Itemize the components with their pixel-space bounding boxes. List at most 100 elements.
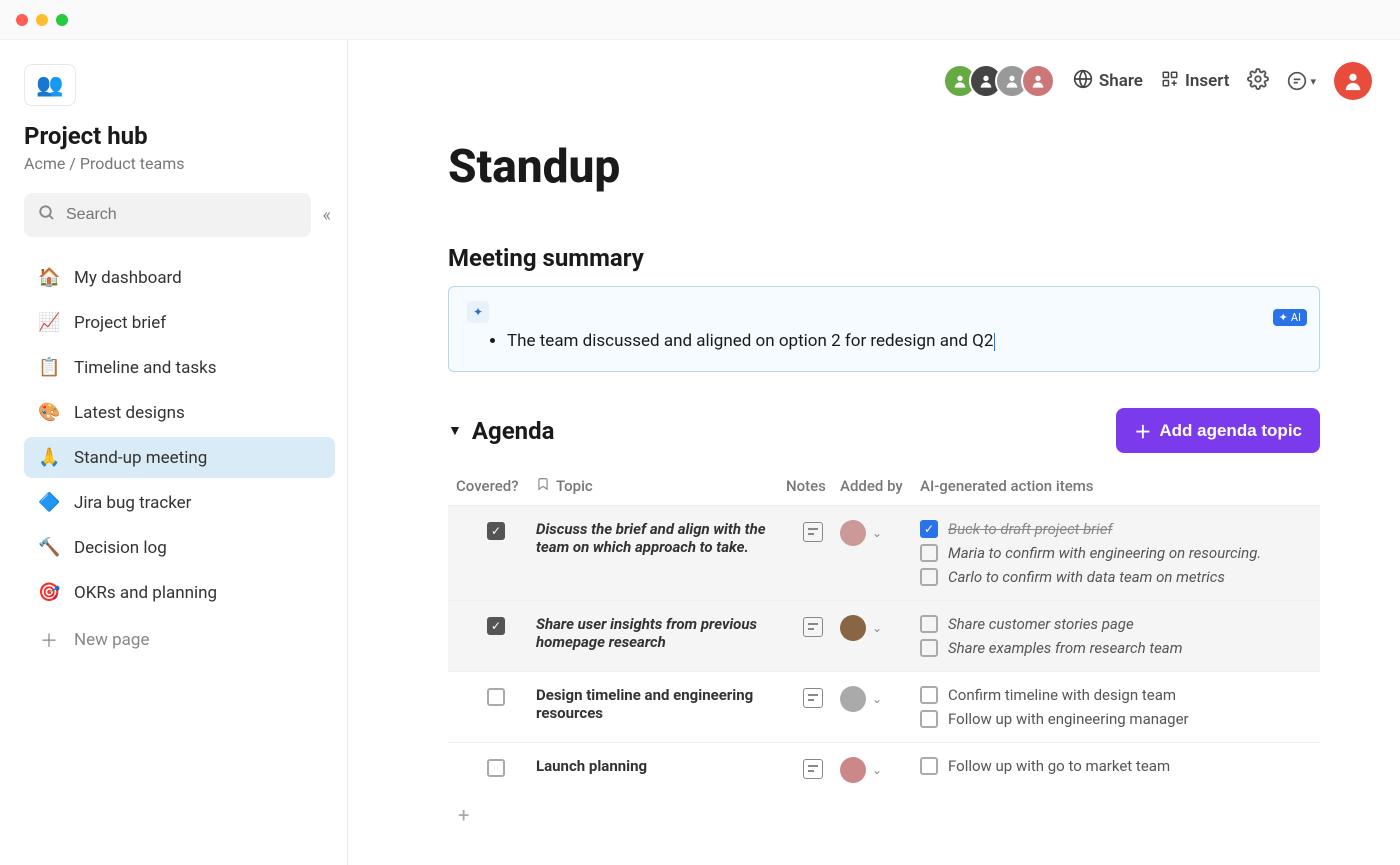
note-icon[interactable] [803,522,823,542]
covered-checkbox[interactable]: ✓ [487,522,505,540]
agenda-row[interactable]: Launch planning ⌄ Follow up with go to mar… [448,742,1320,797]
text-cursor [994,333,995,351]
sidebar: 👥 Project hub Acme / Product teams « 🏠My… [0,40,348,865]
sidebar-item-latest-designs[interactable]: 🎨Latest designs [24,392,335,433]
added-by-avatar[interactable] [840,757,866,783]
action-checkbox[interactable] [920,639,938,657]
action-checkbox[interactable] [920,615,938,633]
workspace-icon[interactable]: 👥 [24,64,76,106]
chevron-down-icon[interactable]: ⌄ [872,757,882,777]
action-item[interactable]: Follow up with go to market team [920,757,1312,775]
agenda-topic[interactable]: Share user insights from previous homepa… [536,615,786,651]
close-window-button[interactable] [16,14,28,26]
settings-icon[interactable] [1247,68,1269,95]
agenda-row[interactable]: Design timeline and engineering resource… [448,671,1320,742]
collapse-sidebar-icon[interactable]: « [319,205,335,226]
chevron-down-icon[interactable]: ⌄ [872,686,882,706]
note-icon[interactable] [803,617,823,637]
chevron-down-icon[interactable]: ⌄ [872,615,882,635]
agenda-topic[interactable]: Launch planning [536,757,786,775]
action-checkbox[interactable] [920,710,938,728]
covered-checkbox[interactable] [487,688,505,706]
new-page-label: New page [74,630,150,650]
page-title[interactable]: Standup [448,140,1320,194]
added-by-avatar[interactable] [840,615,866,641]
agenda-caret-icon[interactable]: ▼ [448,422,462,439]
action-text: Follow up with engineering manager [948,710,1189,728]
agenda-topic[interactable]: Design timeline and engineering resource… [536,686,786,722]
action-item[interactable]: Share customer stories page [920,615,1312,633]
nav-label: Stand-up meeting [74,448,207,468]
note-icon[interactable] [803,688,823,708]
nav-label: Decision log [74,538,167,558]
action-checkbox[interactable] [920,568,938,586]
collaborator-avatar[interactable] [1021,64,1055,98]
app-body: 👥 Project hub Acme / Product teams « 🏠My… [0,40,1400,865]
minimize-window-button[interactable] [36,14,48,26]
action-items: Confirm timeline with design team Follow … [920,686,1312,728]
agenda-row[interactable]: ✓ Discuss the brief and align with the te… [448,505,1320,600]
chevron-down-icon: ▾ [1310,75,1316,88]
summary-bullet[interactable]: The team discussed and aligned on option… [507,331,1301,351]
breadcrumb[interactable]: Acme / Product teams [24,154,335,173]
action-checkbox[interactable] [920,757,938,775]
summary-list: The team discussed and aligned on option… [467,331,1301,351]
user-avatar[interactable] [1334,62,1372,100]
col-topic: Topic [536,477,786,495]
nav-icon: 🏠 [38,267,60,288]
action-items: ✓ Buck to draft project brief Maria to con… [920,520,1312,586]
collaborator-avatars[interactable] [943,64,1055,98]
added-by-avatar[interactable] [840,520,866,546]
sidebar-item-project-brief[interactable]: 📈Project brief [24,302,335,343]
action-item[interactable]: Share examples from research team [920,639,1312,657]
ai-badge[interactable]: ✦ AI [1273,309,1307,326]
action-text: Confirm timeline with design team [948,686,1176,704]
col-actions: AI-generated action items [920,477,1312,495]
sidebar-item-okrs-and-planning[interactable]: 🎯OKRs and planning [24,572,335,613]
comments-icon[interactable]: ▾ [1287,71,1316,91]
new-page-button[interactable]: ＋ New page [24,617,335,663]
sidebar-item-jira-bug-tracker[interactable]: 🔷Jira bug tracker [24,482,335,523]
agenda-topic[interactable]: Discuss the brief and align with the tea… [536,520,786,556]
agenda-row[interactable]: ✓ Share user insights from previous homep… [448,600,1320,671]
search-input[interactable] [66,206,297,224]
sidebar-item-my-dashboard[interactable]: 🏠My dashboard [24,257,335,298]
agenda-title: Agenda [472,417,555,445]
action-item[interactable]: Maria to confirm with engineering on res… [920,544,1312,562]
action-text: Buck to draft project brief [948,520,1113,538]
covered-checkbox[interactable]: ✓ [487,617,505,635]
col-notes: Notes [786,477,840,495]
sidebar-item-stand-up-meeting[interactable]: 🙏Stand-up meeting [24,437,335,478]
sidebar-item-timeline-and-tasks[interactable]: 📋Timeline and tasks [24,347,335,388]
nav-icon: 🎯 [38,582,60,603]
nav-label: Latest designs [74,403,185,423]
toolbar: Share Insert ▾ [943,62,1372,100]
plus-icon: ＋ [38,627,60,653]
insert-button[interactable]: Insert [1161,70,1230,93]
agenda-table: Covered? Topic Notes Added by AI-generat… [448,467,1320,833]
action-item[interactable]: ✓ Buck to draft project brief [920,520,1312,538]
share-button[interactable]: Share [1073,69,1143,94]
search-box[interactable] [24,193,311,237]
search-row: « [24,193,335,237]
sidebar-item-decision-log[interactable]: 🔨 Decision log [24,527,335,568]
summary-box[interactable]: ✦ The team discussed and aligned on opti… [448,286,1320,372]
action-text: Share customer stories page [948,615,1134,633]
added-by-avatar[interactable] [840,686,866,712]
action-checkbox[interactable] [920,544,938,562]
action-text: Carlo to confirm with data team on metri… [948,568,1225,586]
note-icon[interactable] [803,759,823,779]
add-agenda-topic-button[interactable]: ＋ Add agenda topic [1116,408,1320,453]
add-row-button[interactable]: + [448,797,1320,833]
maximize-window-button[interactable] [56,14,68,26]
action-checkbox[interactable] [920,686,938,704]
covered-checkbox[interactable] [487,759,505,777]
action-item[interactable]: Carlo to confirm with data team on metri… [920,568,1312,586]
bookmark-icon [536,477,550,495]
action-item[interactable]: Follow up with engineering manager [920,710,1312,728]
nav-icon: 🔨 [38,537,60,558]
action-item[interactable]: Confirm timeline with design team [920,686,1312,704]
nav-label: Timeline and tasks [74,358,217,378]
action-checkbox[interactable]: ✓ [920,520,938,538]
chevron-down-icon[interactable]: ⌄ [872,520,882,540]
